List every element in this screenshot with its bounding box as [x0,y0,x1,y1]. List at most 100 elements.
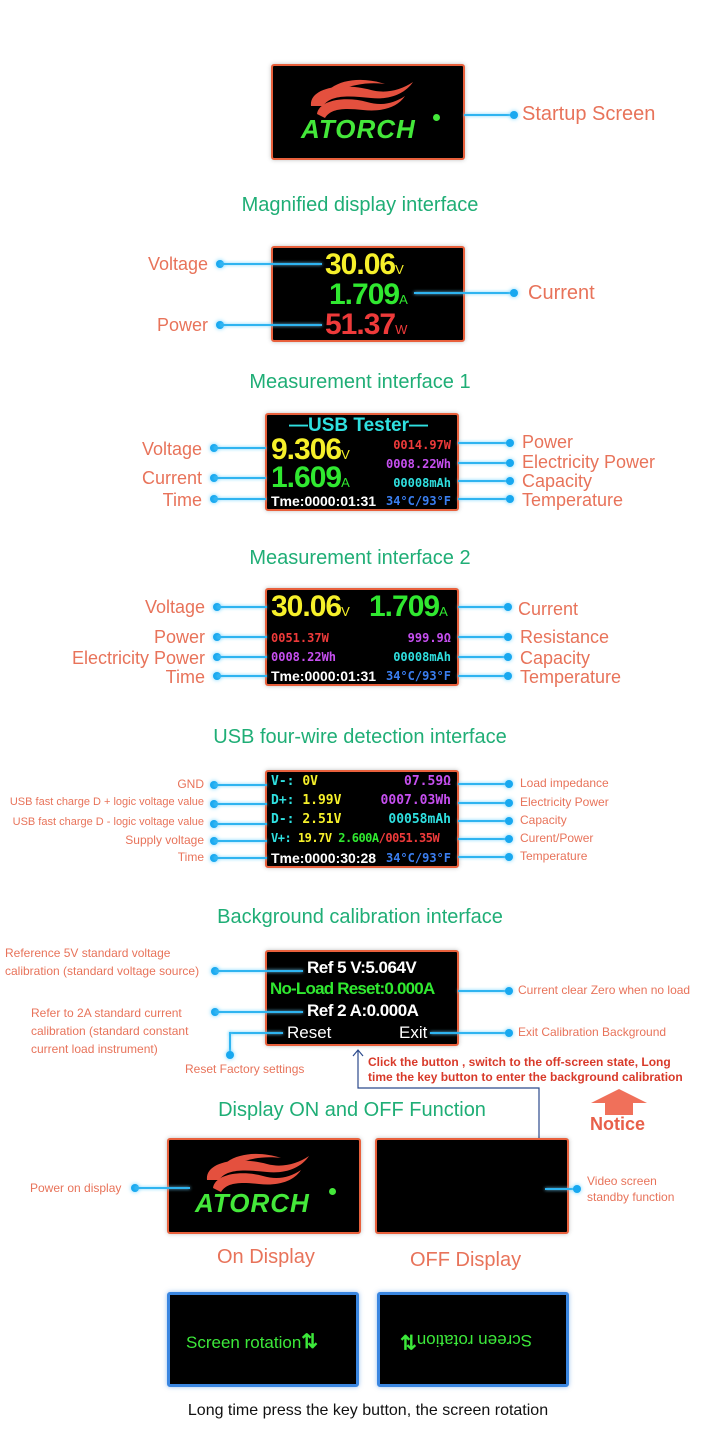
notice-line-2: time the key button to enter the backgro… [368,1070,683,1084]
connector-line [458,838,510,840]
connector-line [217,656,267,658]
mag-current-unit: A [399,292,408,307]
cal-label-current-3: current load instrument) [31,1042,158,1056]
mag-power-value: 51.37 [325,308,396,341]
m1-capacity: 00008mAh [393,476,451,490]
m2-voltage: 30.06V [271,590,350,624]
cal-label-current-1: Refer to 2A standard current [31,1006,182,1020]
mag-voltage-unit: V [395,262,404,277]
connector-line [458,636,508,638]
connector-line [214,803,267,805]
fw-row-vplus: V+: 19.7V 2.600A/0051.35W [271,831,440,845]
mag-power-unit: W [395,322,407,337]
cal-reset-button[interactable]: Reset [287,1023,331,1043]
connector-dot [510,111,518,119]
connector-dot [505,817,513,825]
m1-label-voltage: Voltage [141,439,202,459]
measure2-title: Measurement interface 2 [249,547,471,569]
connector-dot [505,799,513,807]
fw-val: 0V [302,774,318,789]
connector-dot [504,653,512,661]
connector-dot [505,780,513,788]
m1-power: 0014.97W [393,438,451,452]
m1-label-temperature: Temperature [522,490,624,510]
connector-line [217,606,267,608]
logo-dot [433,114,440,121]
fw-label-supply: Supply voltage [125,833,204,847]
connector-line [458,606,508,608]
fw-label-time: Time [177,850,204,864]
connector-line [430,1032,508,1034]
connector-line [458,656,508,658]
m2-label-resistance: Resistance [520,627,610,647]
m1-current: 1.609A [271,461,350,495]
m2-current: 1.709A [369,590,448,624]
connector-dot [505,853,513,861]
measure2-screen: 30.06V 1.709A 0051.37W 999.9Ω 0008.22Wh … [265,588,459,686]
mag-voltage: 30.06V [325,248,404,282]
connector-line [458,462,510,464]
magnified-screen: 30.06V 1.709A 51.37W [271,246,465,342]
m2-temperature: 34°C/93°F [385,669,451,683]
fw-time: Tme:0000:30:28 [271,850,377,866]
m2-voltage-value: 30.06 [271,590,342,623]
cal-ref-current: Ref 2 A:0.000A [307,1001,419,1020]
mag-label-current: Current [528,282,595,304]
fw-power: /0051.35W [378,831,440,845]
fw-key: V-: [271,774,295,789]
notice-line-1: Click the button , switch to the off-scr… [368,1055,671,1069]
connector-line [214,840,267,842]
cal-label-noload: Current clear Zero when no load [518,983,691,997]
connector-line [214,823,267,825]
connector-line [464,114,514,116]
m1-voltage-unit: V [341,447,350,462]
on-display-caption: On Display [217,1246,315,1268]
m1-energy: 0008.22Wh [385,457,451,471]
rotation-normal-screen: Screen rotation⇅ [167,1292,359,1387]
rotate-icon: ⇅ [301,1331,319,1353]
connector-line [458,442,510,444]
mag-current: 1.709A [329,278,408,312]
connector-line [217,636,267,638]
connector-line [458,675,508,677]
cal-label-voltage-1: Reference 5V standard voltage [5,946,171,960]
fw-row-gnd: V-: 0V [271,774,318,789]
fw-label-impedance: Load impedance [520,776,609,790]
connector-line [214,477,266,479]
mag-voltage-value: 30.06 [325,248,396,281]
connector-dot [510,289,518,297]
m2-label-capacity: Capacity [520,648,591,668]
connector-dot [504,633,512,641]
m2-label-power: Power [153,627,205,647]
calibration-title: Background calibration interface [217,906,503,928]
connector-dot [573,1185,581,1193]
rotation-flipped-screen: Screen rotation⇅ [377,1292,569,1387]
m2-resistance: 999.9Ω [407,631,451,645]
connector-dot [504,603,512,611]
m2-voltage-unit: V [341,604,350,619]
connector-line [135,1187,190,1189]
m1-label-time: Time [162,490,202,510]
m2-time: Tme:0000:01:31 [271,668,377,684]
mag-label-voltage: Voltage [147,254,208,274]
cal-exit-button[interactable]: Exit [399,1023,427,1043]
m2-label-energy: Electricity Power [71,648,205,668]
connector-line [414,292,514,294]
m2-label-current: Current [518,599,579,619]
connector-line [458,990,508,992]
m1-label-energy: Electricity Power [522,452,656,472]
connector-line [217,675,267,677]
fw-label-gnd: GND [177,777,204,791]
connector-line [229,1032,283,1034]
m1-temperature: 34°C/93°F [385,494,451,508]
fw-key: V+: [271,831,292,845]
magnified-title: Magnified display interface [241,194,479,216]
connector-line [214,857,267,859]
off-display-label-1: Video screen [587,1174,657,1188]
logo-dot [329,1188,336,1195]
connector-dot [505,1029,513,1037]
fw-key: D-: [271,812,295,827]
connector-line [220,324,322,326]
connector-line [458,783,510,785]
connector-line [215,1011,303,1013]
